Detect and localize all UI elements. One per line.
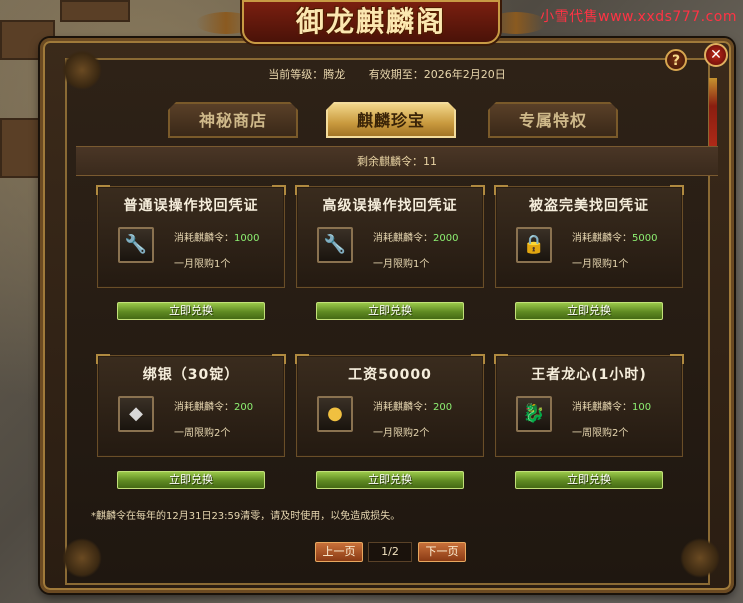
item-title: 普通误操作找回凭证 [123,198,259,214]
card-corner [670,185,684,195]
card-corner [670,354,684,364]
card-corner [494,185,508,195]
remaining-tokens: 剩余麒麟令：11 [76,146,718,176]
card-corner [471,185,485,195]
item-card: 普通误操作找回凭证 🔧 消耗麒麟令：1000 一月限购1个 [96,185,286,288]
card-corner [272,354,286,364]
redeem-button[interactable]: 立即兑换 [117,302,265,320]
item-limit: 一月限购1个 [373,259,430,270]
dragon-head-icon: 🐉 [516,396,552,432]
item-cost: 消耗麒麟令：2000 [373,233,459,244]
card-corner [96,185,110,195]
tab-exclusive-privileges[interactable]: 专属特权 [488,102,618,138]
redeem-button[interactable]: 立即兑换 [316,302,464,320]
item-cost: 消耗麒麟令：100 [572,402,652,413]
item-title: 高级误操作找回凭证 [322,198,458,214]
status-bar: 当前等级：腾龙 有效期至：2026年2月20日 [96,62,678,88]
card-corner [96,354,110,364]
card-corner [471,354,485,364]
item-cost: 消耗麒麟令：200 [174,402,254,413]
corner-ornament [62,538,102,578]
item-limit: 一周限购2个 [572,428,629,439]
card-corner [295,354,309,364]
item-card: 工资50000 ● 消耗麒麟令：200 一月限购2个 [295,354,485,457]
background-table [60,0,130,22]
current-level: 当前等级：腾龙 [268,68,346,81]
redeem-button[interactable]: 立即兑换 [316,471,464,489]
next-page-button[interactable]: 下一页 [418,542,466,562]
item-title: 绑银（30锭） [142,367,240,383]
item-title: 被盗完美找回凭证 [529,198,649,214]
item-limit: 一月限购1个 [572,259,629,270]
redeem-button[interactable]: 立即兑换 [117,471,265,489]
wrench-icon: 🔧 [317,227,353,263]
corner-ornament [680,538,720,578]
tassel-decoration [709,78,717,148]
item-limit: 一周限购2个 [174,428,231,439]
card-corner [494,354,508,364]
item-limit: 一月限购2个 [373,428,430,439]
redeem-button[interactable]: 立即兑换 [515,471,663,489]
item-card: 高级误操作找回凭证 🔧 消耗麒麟令：2000 一月限购1个 [295,185,485,288]
close-button[interactable]: ✕ [704,43,728,67]
page-indicator: 1/2 [368,542,412,562]
item-card: 绑银（30锭） ◆ 消耗麒麟令：200 一周限购2个 [96,354,286,457]
item-title: 工资50000 [348,367,432,383]
tab-mystery-shop[interactable]: 神秘商店 [168,102,298,138]
card-corner [272,185,286,195]
wrench-icon: 🔧 [118,227,154,263]
item-card: 王者龙心(1小时) 🐉 消耗麒麟令：100 一周限购2个 [494,354,684,457]
redeem-button[interactable]: 立即兑换 [515,302,663,320]
item-cost: 消耗麒麟令：5000 [572,233,658,244]
reset-notice: *麒麟令在每年的12月31日23:59清零，请及时使用，以免造成损失。 [91,511,401,522]
silver-ingot-icon: ◆ [118,396,154,432]
tab-qilin-treasure[interactable]: 麒麟珍宝 [326,102,456,138]
item-title: 王者龙心(1小时) [531,367,647,383]
watermark-text: 小雪代售www.xxds777.com [540,9,737,25]
card-corner [295,185,309,195]
item-limit: 一月限购1个 [174,259,231,270]
item-cost: 消耗麒麟令：200 [373,402,453,413]
gold-coins-icon: ● [317,396,353,432]
window-title: 御龙麒麟阁 [295,5,446,38]
expiry-date: 有效期至：2026年2月20日 [368,68,506,81]
item-cost: 消耗麒麟令：1000 [174,233,260,244]
prev-page-button[interactable]: 上一页 [315,542,363,562]
lock-icon: 🔒 [516,227,552,263]
item-card: 被盗完美找回凭证 🔒 消耗麒麟令：5000 一月限购1个 [494,185,684,288]
